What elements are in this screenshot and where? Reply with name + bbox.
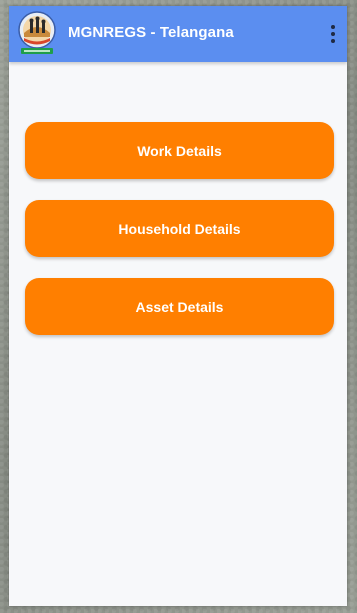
menu-dot (331, 32, 335, 36)
app-title: MGNREGS - Telangana (68, 24, 234, 41)
work-details-button[interactable]: Work Details (25, 122, 334, 179)
app-logo-icon (18, 11, 56, 55)
asset-details-button[interactable]: Asset Details (25, 278, 334, 335)
app-bar: MGNREGS - Telangana (9, 6, 347, 62)
household-details-button[interactable]: Household Details (25, 200, 334, 257)
menu-dot (331, 25, 335, 29)
menu-dot (331, 39, 335, 43)
phone-screen: MGNREGS - Telangana Work Details Househo… (9, 6, 347, 606)
more-vertical-icon[interactable] (325, 20, 341, 48)
